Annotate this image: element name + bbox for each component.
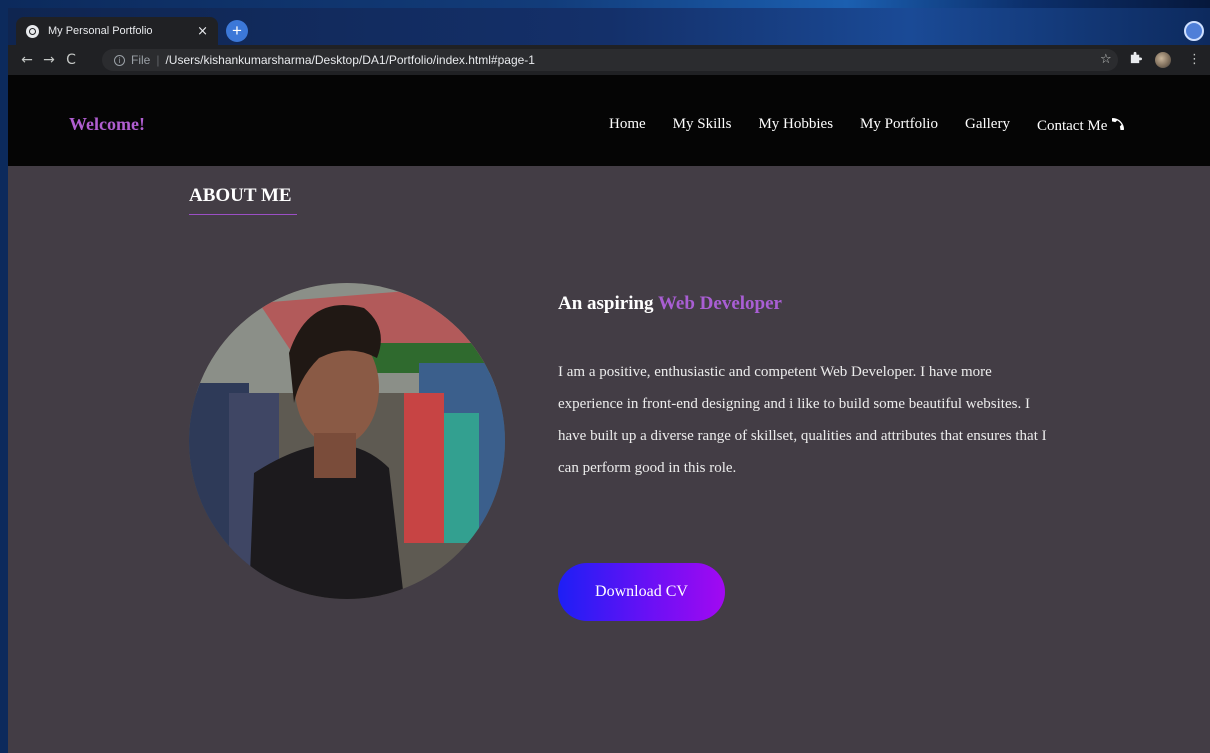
nav-my-portfolio[interactable]: My Portfolio xyxy=(860,116,938,135)
brand-logo[interactable]: Welcome! xyxy=(69,114,145,135)
nav-my-hobbies[interactable]: My Hobbies xyxy=(758,116,833,135)
download-cv-button[interactable]: Download CV xyxy=(558,563,725,621)
nav-links: Home My Skills My Hobbies My Portfolio G… xyxy=(609,116,1126,135)
url-text[interactable]: /Users/kishankumarsharma/Desktop/DA1/Por… xyxy=(165,53,535,67)
close-tab-icon[interactable]: × xyxy=(197,25,208,38)
avatar[interactable] xyxy=(1155,52,1171,68)
phone-icon xyxy=(1112,118,1125,130)
kebab-menu-icon[interactable]: ⋮ xyxy=(1188,51,1201,69)
back-button[interactable]: ← xyxy=(16,52,38,68)
browser-toolbar: ← → C i File | /Users/kishankumarsharma/… xyxy=(8,45,1210,75)
tab-title: My Personal Portfolio xyxy=(48,25,153,37)
nav-contact-me[interactable]: Contact Me xyxy=(1037,116,1126,135)
nav-gallery[interactable]: Gallery xyxy=(965,116,1010,135)
nav-home[interactable]: Home xyxy=(609,116,646,135)
headline-accent: Web Developer xyxy=(657,293,782,314)
star-icon[interactable]: ☆ xyxy=(1100,51,1112,69)
puzzle-icon[interactable] xyxy=(1129,51,1142,70)
section-title: ABOUT ME xyxy=(189,185,292,206)
reload-button[interactable]: C xyxy=(60,52,82,68)
new-tab-button[interactable]: + xyxy=(226,20,248,42)
globe-icon xyxy=(26,24,39,38)
browser-window: My Personal Portfolio × + ← → C i File |… xyxy=(8,8,1210,753)
nav-contact-label: Contact Me xyxy=(1036,118,1108,134)
profile-photo xyxy=(189,283,505,599)
url-scheme: File xyxy=(131,53,151,67)
nav-my-skills[interactable]: My Skills xyxy=(673,116,732,135)
about-paragraph: I am a positive, enthusiastic and compet… xyxy=(558,364,1047,476)
site-navbar: Welcome! Home My Skills My Hobbies My Po… xyxy=(8,75,1210,166)
browser-tab[interactable]: My Personal Portfolio × xyxy=(16,17,218,45)
title-underline xyxy=(189,214,297,215)
portfolio-page: Welcome! Home My Skills My Hobbies My Po… xyxy=(8,75,1210,753)
headline-prefix: An aspiring xyxy=(558,293,654,314)
forward-button[interactable]: → xyxy=(38,52,60,68)
address-bar[interactable]: i File | /Users/kishankumarsharma/Deskto… xyxy=(102,49,1118,71)
tab-strip: My Personal Portfolio × + xyxy=(8,8,1210,45)
url-separator: | xyxy=(156,53,160,67)
profile-icon[interactable] xyxy=(1184,21,1204,41)
info-icon[interactable]: i xyxy=(114,54,125,66)
headline: An aspiring Web Developer xyxy=(558,293,782,315)
